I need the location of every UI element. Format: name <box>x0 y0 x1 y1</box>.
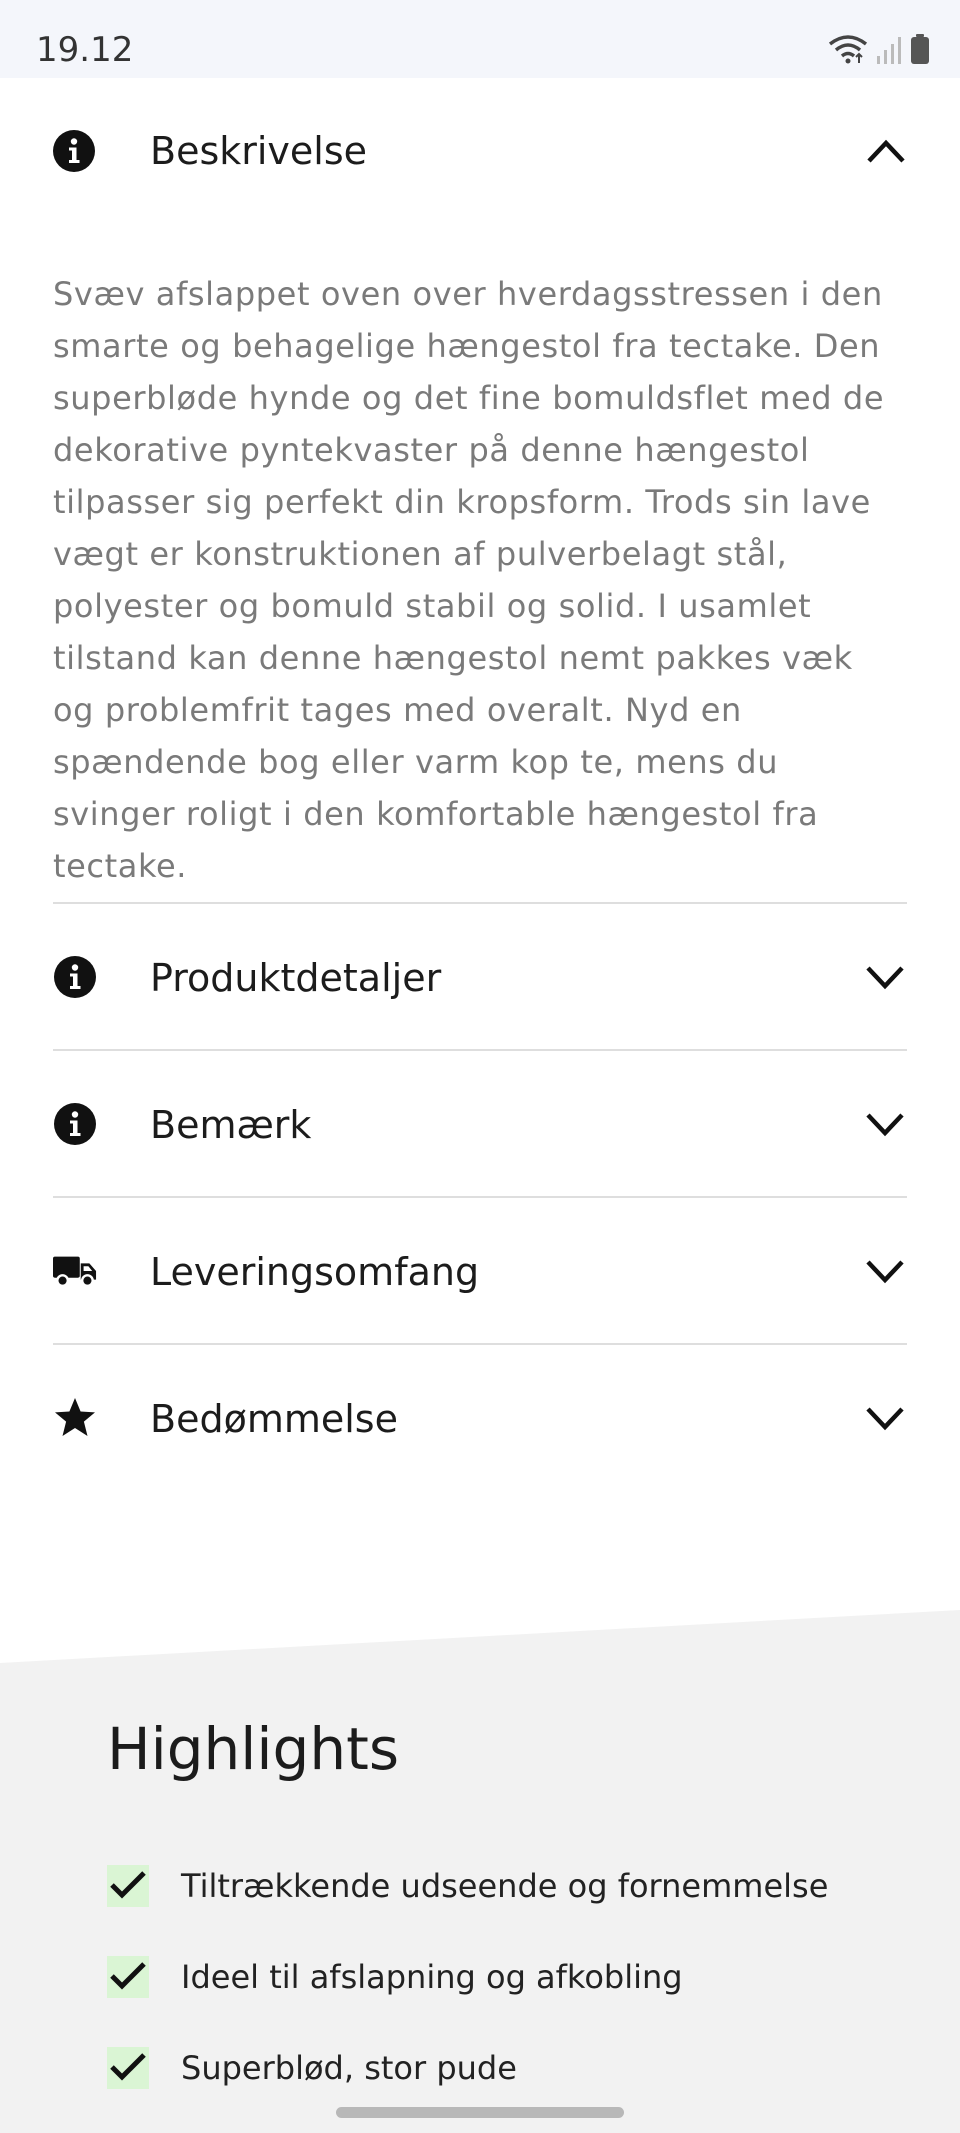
status-bar: 19.12 <box>0 0 960 78</box>
accordion-item-leveringsomfang[interactable]: Leveringsomfang <box>53 1196 907 1342</box>
highlight-item: Superblød, stor pude <box>107 2022 828 2113</box>
status-icons <box>828 34 930 68</box>
accordion-label: Produktdetaljer <box>150 956 442 1000</box>
description-text: Svæv afslappet oven over hverdagsstresse… <box>53 275 885 885</box>
info-icon <box>53 1102 97 1146</box>
description-header[interactable]: Beskrivelse <box>0 78 960 224</box>
description-section: Beskrivelse Svæv afslappet oven over hve… <box>0 78 960 885</box>
status-time: 19.12 <box>36 30 134 70</box>
check-icon <box>107 1955 149 1998</box>
chevron-down-icon[interactable] <box>863 1396 907 1440</box>
truck-icon <box>53 1249 97 1293</box>
highlight-text: Tiltrækkende udseende og fornemmelse <box>181 1866 829 1905</box>
accordion-item-produktdetaljer[interactable]: Produktdetaljer <box>53 902 907 1048</box>
info-icon <box>53 955 97 999</box>
accordion-label: Bedømmelse <box>150 1397 398 1441</box>
wifi-icon <box>828 34 868 68</box>
accordion-item-bemaerk[interactable]: Bemærk <box>53 1049 907 1195</box>
check-icon <box>107 1864 149 1907</box>
accordion-item-bedommelse[interactable]: Bedømmelse <box>53 1343 907 1489</box>
battery-icon <box>910 34 930 68</box>
highlights-title: Highlights <box>107 1715 400 1783</box>
chevron-down-icon[interactable] <box>863 1249 907 1293</box>
star-icon <box>53 1396 97 1440</box>
highlight-item: Tiltrækkende udseende og fornemmelse <box>107 1840 828 1931</box>
chevron-up-icon[interactable] <box>864 129 908 173</box>
chevron-down-icon[interactable] <box>863 955 907 999</box>
signal-icon <box>876 36 902 68</box>
highlights-list: Tiltrækkende udseende og fornemmelse Ide… <box>107 1840 828 2113</box>
accordion-label: Bemærk <box>150 1103 312 1147</box>
highlight-text: Ideel til afslapning og afkobling <box>181 1957 683 1996</box>
check-icon <box>107 2046 149 2089</box>
description-title: Beskrivelse <box>150 129 368 173</box>
info-icon <box>52 129 96 173</box>
highlight-item: Ideel til afslapning og afkobling <box>107 1931 828 2022</box>
chevron-down-icon[interactable] <box>863 1102 907 1146</box>
home-indicator[interactable] <box>336 2107 624 2118</box>
highlight-text: Superblød, stor pude <box>181 2048 517 2087</box>
accordion-label: Leveringsomfang <box>150 1250 480 1294</box>
